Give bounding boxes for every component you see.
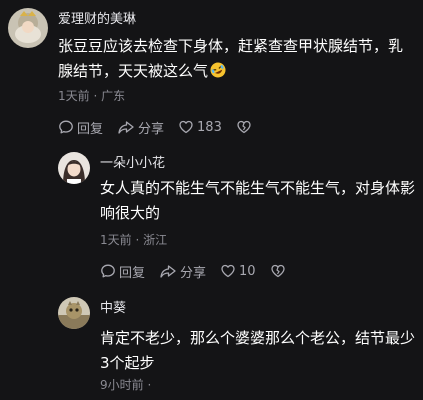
comment-text: 张豆豆应该去检查下身体，赶紧查查甲状腺结节，乳腺结节，天天被这么气 bbox=[58, 34, 414, 84]
share-button[interactable]: 分享 bbox=[159, 262, 206, 281]
like-count: 183 bbox=[197, 119, 222, 135]
dislike-button[interactable] bbox=[236, 119, 255, 135]
like-button[interactable]: 183 bbox=[178, 119, 222, 135]
broken-heart-icon bbox=[237, 120, 251, 134]
dislike-button[interactable] bbox=[270, 263, 289, 279]
meta-separator: · bbox=[93, 89, 98, 103]
location: 浙江 bbox=[143, 233, 168, 247]
share-arrow-icon bbox=[160, 265, 176, 278]
meta-separator: · bbox=[147, 378, 152, 392]
comment-meta: 1天前 · 广东 bbox=[58, 88, 125, 104]
share-arrow-icon bbox=[118, 121, 134, 134]
location: 广东 bbox=[101, 89, 126, 103]
comment-text: 肯定不老少，那么个婆婆那么个老公，结节最少3个起步 bbox=[100, 329, 416, 372]
avatar[interactable] bbox=[58, 297, 90, 329]
timestamp: 1天前 bbox=[58, 89, 90, 103]
heart-icon bbox=[179, 120, 193, 134]
comment-meta: 9小时前 · bbox=[100, 377, 151, 393]
reply-button[interactable]: 回复 bbox=[100, 262, 145, 281]
username[interactable]: 一朵小小花 bbox=[100, 156, 165, 172]
comment-actions: 回复 分享 10 bbox=[100, 261, 303, 281]
username[interactable]: 爱理财的美琳 bbox=[58, 12, 136, 28]
like-count: 10 bbox=[239, 263, 256, 279]
timestamp: 1天前 bbox=[100, 233, 132, 247]
timestamp: 9小时前 bbox=[100, 378, 144, 392]
comment-meta: 1天前 · 浙江 bbox=[100, 232, 167, 248]
reply-label: 回复 bbox=[119, 265, 146, 281]
share-label: 分享 bbox=[138, 121, 165, 137]
comment-actions: 回复 分享 183 bbox=[58, 117, 269, 137]
reply-button[interactable]: 回复 bbox=[58, 118, 103, 137]
share-button[interactable]: 分享 bbox=[117, 118, 164, 137]
comment-text: 女人真的不能生气不能生气不能生气，对身体影响很大的 bbox=[100, 179, 416, 222]
rofl-emoji-icon bbox=[210, 61, 226, 78]
like-button[interactable]: 10 bbox=[220, 263, 256, 279]
broken-heart-icon bbox=[270, 264, 285, 278]
avatar[interactable] bbox=[8, 8, 48, 48]
heart-icon bbox=[221, 264, 235, 278]
username[interactable]: 中葵 bbox=[100, 301, 126, 317]
share-label: 分享 bbox=[180, 265, 207, 281]
reply-label: 回复 bbox=[77, 121, 104, 137]
comment-bubble-icon bbox=[59, 120, 73, 134]
comment-body: 张豆豆应该去检查下身体，赶紧查查甲状腺结节，乳腺结节，天天被这么气 bbox=[58, 37, 404, 80]
meta-separator: · bbox=[135, 233, 140, 247]
avatar[interactable] bbox=[58, 152, 90, 184]
comment-bubble-icon bbox=[101, 264, 115, 278]
